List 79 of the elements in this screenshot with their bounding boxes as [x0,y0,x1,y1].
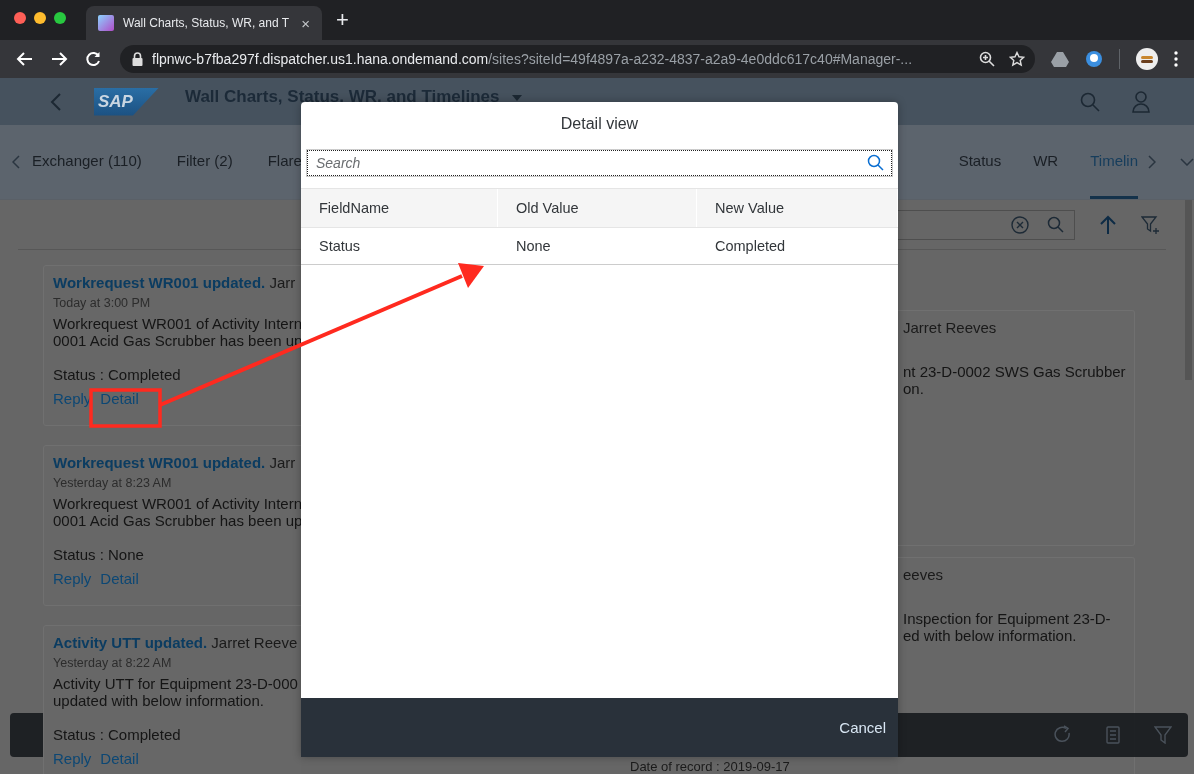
action-link[interactable]: Detail [100,570,139,587]
post-text: Workrequest WR001 of Activity Intern [53,315,301,332]
close-window-button[interactable] [14,12,26,24]
chevron-down-icon[interactable] [1180,158,1194,166]
dialog-title: Detail view [559,114,640,134]
tab[interactable]: Filter (2) [176,125,233,199]
table-cell-text: Status [318,237,362,256]
refresh-icon[interactable] [1054,725,1072,745]
tab-close-button[interactable]: × [301,14,310,32]
cancel-button[interactable]: Cancel [833,711,892,744]
tab[interactable]: Status [958,125,1002,199]
favicon-icon [98,15,114,31]
post-time: Yesterday at 8:22 AM [53,656,173,670]
post-status: Status : None [53,546,145,563]
browser-tab[interactable]: Wall Charts, Status, WR, and T × [86,6,322,40]
minimize-window-button[interactable] [34,12,46,24]
column-header[interactable]: Old Value [498,189,697,227]
logo[interactable]: SAP [94,87,159,116]
search-field[interactable] [898,209,1075,240]
back-icon[interactable] [16,50,34,68]
post-text: Inspection for Equipment 23-D- [903,610,1112,627]
post-text: ed with below information. [903,627,1078,644]
action-link[interactable]: Detail [100,750,139,767]
maximize-window-button[interactable] [54,12,66,24]
table-cell-text: Completed [714,237,787,256]
zoom-icon[interactable] [979,51,995,67]
tab[interactable]: Exchanger (110) [32,125,142,199]
search-icon[interactable] [1047,216,1064,233]
post-text: Activity UTT for Equipment 23-D-000 [53,675,299,692]
post-title[interactable]: Workrequest WR001 updated. [53,454,266,471]
post-author: eeves [903,566,945,583]
user-icon[interactable] [1132,90,1150,113]
post-text: 0001 Acid Gas Scrubber has been up [53,512,301,529]
post-text: nt 23-D-0002 SWS Gas Scrubber [903,363,1124,380]
post-time: Today at 3:00 PM [53,296,152,310]
list-icon[interactable] [1106,726,1120,744]
post-author: Jarr [269,274,296,291]
post-author: Jarret Reeve [211,634,298,651]
lock-icon [132,52,143,66]
tab-title: Wall Charts, Status, WR, and T [123,16,291,30]
table-cell-text: None [515,237,552,256]
post-text: on. [903,380,925,397]
post-status: Status : Completed [53,366,182,383]
filter-add-icon[interactable] [1141,214,1161,235]
star-icon[interactable] [1009,51,1025,67]
chevron-left-icon[interactable] [12,155,20,169]
post-time: Yesterday at 8:23 AM [53,476,173,490]
column-header[interactable]: New Value [697,189,898,227]
clear-icon[interactable] [1011,215,1029,234]
date-of-record: Date of record : 2019-09-17 [630,759,790,774]
post-text: updated with below information. [53,692,265,709]
tab[interactable]: Timelin [1090,125,1138,199]
avatar-icon[interactable] [1136,48,1158,70]
post-title[interactable]: Workrequest WR001 updated. [53,274,266,291]
action-link[interactable]: Detail [100,390,139,407]
search-field[interactable]: Search [307,150,892,176]
url-host: flpnwc-b7fba297f.dispatcher.us1.hana.ondemand.com [152,51,489,67]
url-path: /sites?siteId=49f4897a-a232-4837-a2a9-4e0ddc617c40#Manager-... [488,51,913,67]
arrow-up-icon[interactable] [1100,214,1116,235]
action-link[interactable]: Reply [53,570,92,587]
tab[interactable]: WR [1033,125,1059,199]
tab[interactable]: Flare [267,125,302,199]
post-author: Jarret Reeves [903,319,998,336]
scrollbar[interactable] [1185,200,1192,380]
action-link[interactable]: Reply [53,750,92,767]
extension-icon[interactable] [1085,50,1103,68]
post-author: Jarr [269,454,296,471]
new-tab-button[interactable]: + [336,7,349,33]
post-status: Status : Completed [53,726,182,743]
post-text: Workrequest WR001 of Activity Intern [53,495,301,512]
forward-icon[interactable] [50,50,68,68]
chevron-right-icon[interactable] [1148,155,1156,169]
address-bar[interactable]: flpnwc-b7fba297f.dispatcher.us1.hana.ondemand.com/sites?siteId=49f4897a-a232-4837-a2a9-4e0ddc617c40#Manager-... [120,45,1035,73]
menu-icon[interactable] [1174,51,1178,67]
search-icon[interactable] [867,154,884,171]
reload-icon[interactable] [84,50,102,68]
post-title[interactable]: Activity UTT updated. [53,634,208,651]
column-header[interactable]: FieldName [301,189,498,227]
filter-icon[interactable] [1154,726,1172,744]
